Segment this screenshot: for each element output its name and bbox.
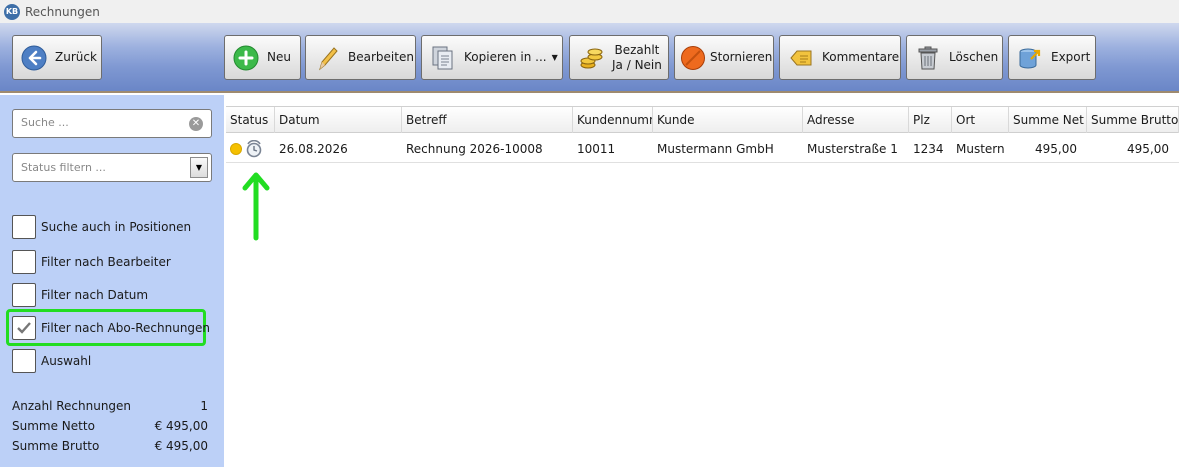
plus-circle-icon [233,45,259,71]
search-box[interactable]: ✕ [12,109,212,138]
arrow-left-circle-icon [21,45,47,71]
summary-gross-label: Summe Brutto [12,439,100,453]
comment-icon [788,45,814,71]
cell-gross-total: 495,00 [1127,142,1169,156]
status-filter-placeholder: Status filtern ... [21,161,106,174]
checkbox-selection[interactable]: Auswahl [12,349,91,373]
export-button[interactable]: Export [1008,35,1096,80]
table-row[interactable]: 26.08.2026 Rechnung 2026-10008 10011 Mus… [226,135,1179,163]
cell-date: 26.08.2026 [279,142,348,156]
arrow-up-icon [242,172,270,241]
checkbox-label: Filter nach Datum [41,288,149,302]
status-dot-icon [230,143,242,155]
cell-status [226,135,275,163]
recurring-clock-icon [246,140,262,158]
column-header-status[interactable]: Status [226,107,275,133]
cell-customer: Mustermann GmbH [657,142,774,156]
documents-icon [430,45,456,71]
copy-to-button-label: Kopieren in ... [464,50,547,64]
summary-net-value: € 495,00 [154,419,208,433]
chevron-down-icon[interactable]: ▼ [190,157,208,178]
search-input[interactable] [21,116,181,129]
delete-button-label: Löschen [949,50,999,64]
paid-label-line2: Ja / Nein [612,57,662,72]
column-header-net-total[interactable]: Summe Net [1009,107,1087,133]
checkbox-box[interactable] [12,349,36,373]
comments-button-label: Kommentare [822,50,900,64]
checkbox-box[interactable] [12,250,36,274]
window-title: Rechnungen [25,4,100,19]
pencil-icon [314,45,340,71]
delete-button[interactable]: Löschen [906,35,1003,80]
summary-count-value: 1 [200,399,208,413]
status-filter-select[interactable]: Status filtern ... ▼ [12,153,212,182]
checkbox-box[interactable] [12,283,36,307]
cell-subject: Rechnung 2026-10008 [406,142,543,156]
filter-sidebar: ✕ Status filtern ... ▼ Suche auch in Pos… [0,95,224,467]
edit-button[interactable]: Bearbeiten [305,35,416,80]
back-button-label: Zurück [55,50,97,64]
grid-header: Status Datum Betreff Kundennummer Kunde … [226,106,1179,133]
checkbox-search-positions[interactable]: Suche auch in Positionen [12,215,191,239]
no-entry-icon [680,45,706,71]
column-header-city[interactable]: Ort [952,107,1009,133]
cell-net-total: 495,00 [1035,142,1077,156]
checkbox-label: Filter nach Bearbeiter [41,255,171,269]
new-button[interactable]: Neu [224,35,301,80]
column-header-gross-total[interactable]: Summe Brutto [1087,107,1179,133]
invoice-grid: Status Datum Betreff Kundennummer Kunde … [224,95,1179,467]
new-button-label: Neu [267,50,291,64]
column-header-customer-number[interactable]: Kundennummer [573,107,653,133]
summary-net-label: Summe Netto [12,419,95,433]
toolbar: Zurück Neu Bearbeiten Kopieren in ... ▼ … [0,23,1179,93]
checkmark-icon [17,322,31,334]
summary-count: Anzahl Rechnungen 1 [12,399,208,413]
export-icon [1017,45,1043,71]
checkbox-box-checked[interactable] [12,316,36,340]
paid-toggle-button[interactable]: Bezahlt Ja / Nein [569,35,669,80]
checkbox-filter-editor[interactable]: Filter nach Bearbeiter [12,250,171,274]
chevron-down-icon: ▼ [551,53,558,62]
column-header-customer[interactable]: Kunde [653,107,803,133]
app-logo-icon: KB [4,3,20,20]
comments-button[interactable]: Kommentare [779,35,901,80]
paid-label-line1: Bezahlt [614,42,660,57]
cell-address: Musterstraße 1 [807,142,898,156]
coins-icon [578,45,604,71]
column-header-date[interactable]: Datum [275,107,402,133]
checkbox-label: Suche auch in Positionen [41,220,192,234]
column-header-zip[interactable]: Plz [909,107,952,133]
summary-gross: Summe Brutto € 495,00 [12,439,208,453]
checkbox-filter-date[interactable]: Filter nach Datum [12,283,148,307]
summary-net: Summe Netto € 495,00 [12,419,208,433]
trash-icon [915,45,941,71]
cancel-invoice-button[interactable]: Stornieren [674,35,774,80]
export-button-label: Export [1051,50,1091,64]
summary-gross-value: € 495,00 [154,439,208,453]
column-header-subject[interactable]: Betreff [402,107,573,133]
paid-toggle-label: Bezahlt Ja / Nein [612,43,662,73]
summary-count-label: Anzahl Rechnungen [12,399,132,413]
column-header-address[interactable]: Adresse [803,107,909,133]
copy-to-button[interactable]: Kopieren in ... ▼ [421,35,563,80]
checkbox-box[interactable] [12,215,36,239]
edit-button-label: Bearbeiten [348,50,414,64]
cell-city: Mustern [956,142,1005,156]
checkbox-label: Auswahl [41,354,92,368]
cell-customer-number: 10011 [577,142,616,156]
window-title-bar: KB Rechnungen [0,0,1179,23]
clear-search-icon[interactable]: ✕ [189,117,203,131]
cell-zip: 1234 [913,142,944,156]
checkbox-filter-subscription[interactable]: Filter nach Abo-Rechnungen [12,316,210,340]
back-button[interactable]: Zurück [12,35,102,80]
cancel-invoice-label: Stornieren [710,50,773,64]
checkbox-label: Filter nach Abo-Rechnungen [41,321,211,335]
